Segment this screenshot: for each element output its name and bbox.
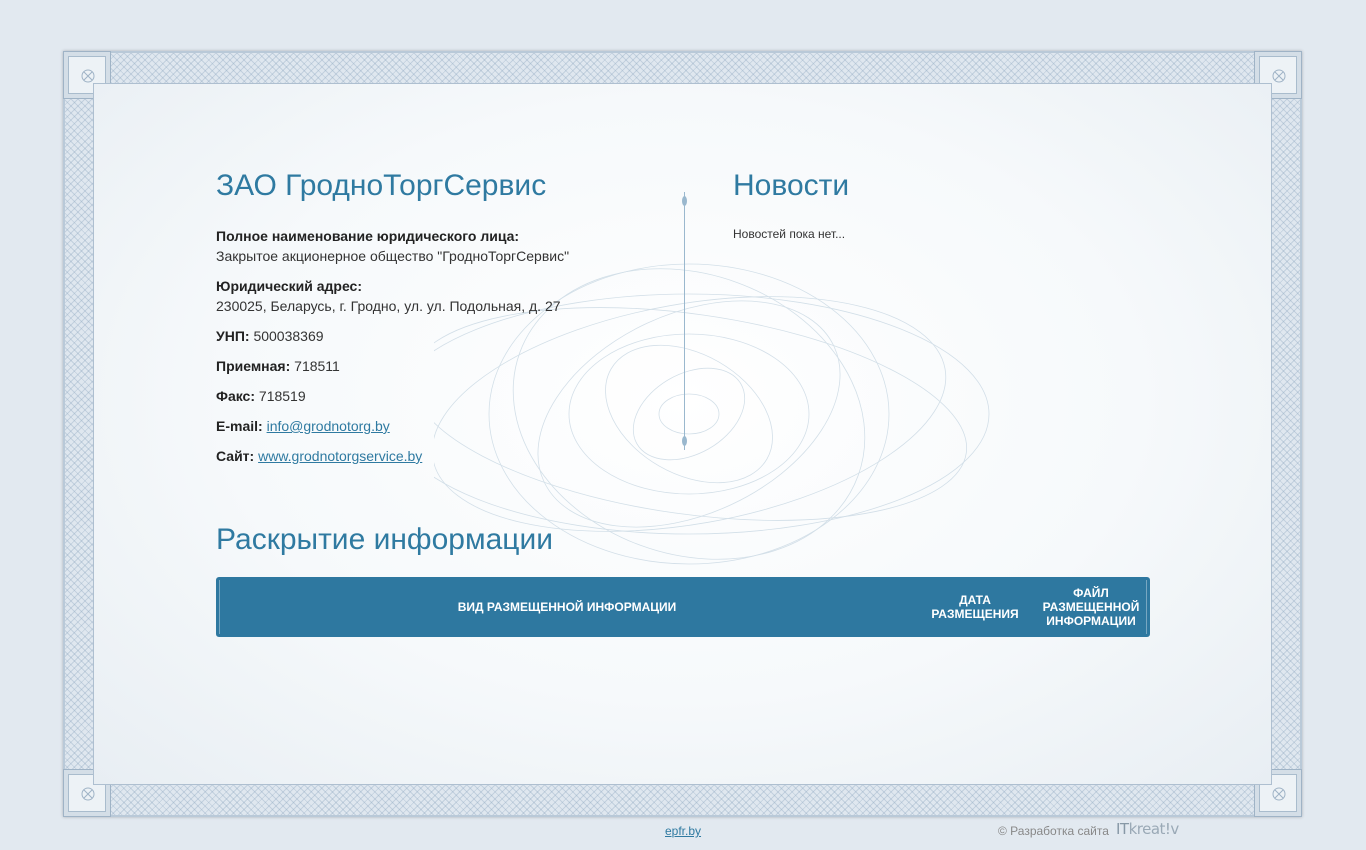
- footer-epfr-link[interactable]: epfr.by: [665, 824, 701, 838]
- email-link[interactable]: info@grodnotorg.by: [267, 418, 390, 434]
- column-divider: [682, 192, 687, 450]
- unp-label: УНП:: [216, 328, 250, 344]
- reception-label: Приемная:: [216, 358, 291, 374]
- news-title: Новости: [733, 169, 850, 202]
- site-link[interactable]: www.grodnotorgservice.by: [258, 448, 422, 464]
- logo-it: IT: [1116, 820, 1129, 838]
- itkreativ-logo[interactable]: ITkreat!v: [1116, 820, 1179, 838]
- company-info: Полное наименование юридического лица: З…: [216, 226, 656, 476]
- column-header-file: Файл размещенной информации: [1042, 586, 1140, 628]
- logo-rest: kreat!v: [1128, 820, 1180, 838]
- fax-value: 718519: [258, 388, 306, 404]
- full-name-row: Полное наименование юридического лица: З…: [216, 226, 656, 266]
- full-name-label: Полное наименование юридического лица:: [216, 228, 520, 244]
- site-row: Сайт: www.grodnotorgservice.by: [216, 446, 656, 466]
- full-name-value: Закрытое акционерное общество "ГродноТор…: [216, 248, 570, 264]
- reception-row: Приемная: 718511: [216, 356, 656, 376]
- news-empty-message: Новостей пока нет...: [733, 227, 846, 241]
- unp-row: УНП: 500038369: [216, 326, 656, 346]
- disclosure-title: Раскрытие информации: [216, 523, 553, 556]
- disclosure-table-header: Вид размещенной информации Дата размещен…: [216, 577, 1150, 637]
- developer-credit: © Разработка сайта: [998, 824, 1109, 838]
- unp-value: 500038369: [253, 328, 324, 344]
- email-label: E-mail:: [216, 418, 263, 434]
- site-label: Сайт:: [216, 448, 255, 464]
- address-row: Юридический адрес: 230025, Беларусь, г. …: [216, 276, 656, 316]
- fax-row: Факс: 718519: [216, 386, 656, 406]
- address-label: Юридический адрес:: [216, 278, 362, 294]
- column-header-type: Вид размещенной информации: [457, 600, 677, 614]
- address-value: 230025, Беларусь, г. Гродно, ул. ул. Под…: [216, 298, 561, 314]
- reception-value: 718511: [294, 358, 340, 374]
- fax-label: Факс:: [216, 388, 256, 404]
- column-header-date: Дата размещения: [931, 593, 1019, 621]
- email-row: E-mail: info@grodnotorg.by: [216, 416, 656, 436]
- company-title: ЗАО ГродноТоргСервис: [216, 169, 547, 202]
